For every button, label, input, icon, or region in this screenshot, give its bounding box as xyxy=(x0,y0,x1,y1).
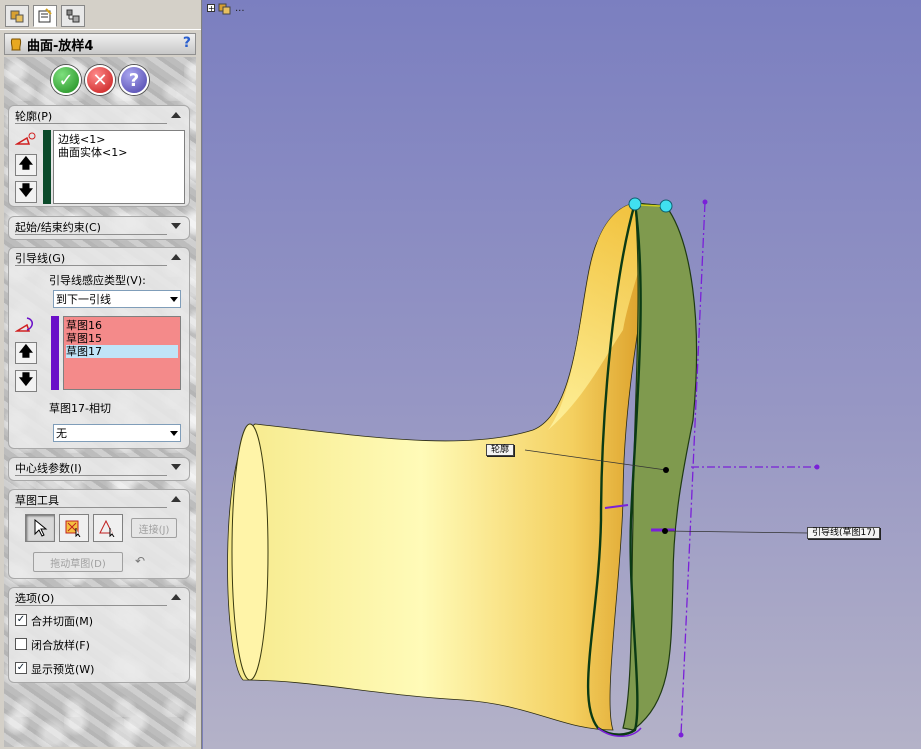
guide-endpoint[interactable] xyxy=(814,464,820,470)
tab-configuration-manager[interactable] xyxy=(61,5,85,27)
feature-tree-icon xyxy=(10,10,24,23)
collapse-up-icon[interactable] xyxy=(171,112,181,118)
help-question-icon[interactable]: ? xyxy=(183,35,191,51)
callout-point xyxy=(662,528,668,534)
guide-endpoint[interactable] xyxy=(678,732,684,738)
panel-tabs xyxy=(0,0,201,30)
connect-button[interactable]: 连接(J) xyxy=(131,518,177,538)
collapse-up-icon[interactable] xyxy=(171,594,181,600)
profiles-list[interactable]: 边线<1> 曲面实体<1> xyxy=(53,130,185,204)
guide-endpoint[interactable] xyxy=(702,199,708,205)
sketch-tools-group: 草图工具 连接(J) 拖动草图(D) ↶ xyxy=(8,489,190,579)
connector-line xyxy=(640,204,661,207)
feature-title-bar: 曲面-放样4 ? xyxy=(4,33,196,55)
guides-group: 引导线(G) 引导线感应类型(V): 到下一引线 🡅 🡇 草图16 草图15 草… xyxy=(8,247,190,449)
arrow-down-icon: 🡇 xyxy=(18,372,34,388)
confirm-bar: ✓ ✕ ? xyxy=(4,65,196,99)
expand-down-icon[interactable] xyxy=(171,464,181,470)
centerline-header-label: 中心线参数(I) xyxy=(15,462,82,475)
property-manager-icon xyxy=(38,8,52,23)
show-preview-label: 显示预览(W) xyxy=(31,663,95,676)
undo-icon[interactable]: ↶ xyxy=(135,554,145,568)
list-item-selected[interactable]: 草图17 xyxy=(66,345,178,358)
influence-type-select[interactable]: 到下一引线 xyxy=(53,290,181,308)
show-preview-checkbox[interactable]: ✓ xyxy=(15,662,27,674)
panel-body: ✓ ✕ ? 轮廓(P) 🡅 🡇 边线<1> 曲面实体<1> 起始/结束约束(C) xyxy=(4,57,196,747)
loft-surface-icon xyxy=(10,38,22,51)
list-item[interactable]: 草图16 xyxy=(66,319,178,332)
guides-header-label: 引导线(G) xyxy=(15,252,66,265)
centerline-group: 中心线参数(I) xyxy=(8,457,190,481)
constraints-header-label: 起始/结束约束(C) xyxy=(15,221,101,234)
move-up-button[interactable]: 🡅 xyxy=(15,154,37,176)
merge-tangent-checkbox[interactable]: ✓ xyxy=(15,614,27,626)
tangency-value: 无 xyxy=(56,427,67,440)
help-button[interactable]: ? xyxy=(119,65,149,95)
sketch-select-button[interactable] xyxy=(59,514,89,542)
profile-icon xyxy=(15,132,36,145)
cancel-button[interactable]: ✕ xyxy=(85,65,115,95)
property-manager-panel: 曲面-放样4 ? ✓ ✕ ? 轮廓(P) 🡅 🡇 边线<1> 曲面实体<1> 起… xyxy=(0,0,202,749)
profile-callout[interactable]: 轮廓 xyxy=(486,444,515,456)
tangency-select[interactable]: 无 xyxy=(53,424,181,442)
callout-leader xyxy=(664,530,809,534)
guide-color-bar xyxy=(51,316,59,390)
constraints-group: 起始/结束约束(C) xyxy=(8,216,190,240)
move-down-button[interactable]: 🡇 xyxy=(15,370,37,392)
centerline-header[interactable]: 中心线参数(I) xyxy=(9,458,189,478)
guide-callout[interactable]: 引导线(草图17) xyxy=(807,527,881,539)
options-group: 选项(O) ✓ 合并切面(M) 闭合放样(F) ✓ 显示预览(W) xyxy=(8,587,190,683)
arrow-up-icon: 🡅 xyxy=(18,156,34,172)
tab-property-manager[interactable] xyxy=(33,5,57,27)
profiles-header[interactable]: 轮廓(P) xyxy=(9,106,189,126)
options-header-label: 选项(O) xyxy=(15,592,55,605)
tab-feature-manager[interactable] xyxy=(5,5,29,27)
dropdown-arrow-icon xyxy=(170,297,178,302)
sketch-tools-header[interactable]: 草图工具 xyxy=(9,490,189,510)
model-view xyxy=(227,197,820,738)
select-tool-button[interactable] xyxy=(25,514,55,542)
list-item[interactable]: 边线<1> xyxy=(58,133,180,146)
collapse-up-icon[interactable] xyxy=(171,496,181,502)
drag-sketch-button[interactable]: 拖动草图(D) xyxy=(33,552,123,572)
list-item[interactable]: 曲面实体<1> xyxy=(58,146,180,159)
close-loft-checkbox[interactable] xyxy=(15,638,27,650)
collapse-up-icon[interactable] xyxy=(171,254,181,260)
connector-handle[interactable] xyxy=(659,199,673,213)
merge-tangent-label: 合并切面(M) xyxy=(31,615,94,628)
ok-button[interactable]: ✓ xyxy=(51,65,81,95)
influence-type-label: 引导线感应类型(V): xyxy=(49,274,146,287)
close-loft-label: 闭合放样(F) xyxy=(31,639,90,652)
move-down-button[interactable]: 🡇 xyxy=(15,181,37,203)
tangency-label: 草图17-相切 xyxy=(49,402,111,415)
arrow-down-icon: 🡇 xyxy=(18,183,34,199)
graphics-area[interactable]: + ... 轮廓 引导线(草图17) xyxy=(203,0,921,749)
list-item[interactable]: 草图15 xyxy=(66,332,178,345)
open-end-edge[interactable] xyxy=(231,423,269,681)
profiles-header-label: 轮廓(P) xyxy=(15,110,53,123)
expand-down-icon[interactable] xyxy=(171,223,181,229)
arrow-up-icon: 🡅 xyxy=(18,344,34,360)
guide-curve-icon xyxy=(15,317,33,332)
influence-type-value: 到下一引线 xyxy=(56,293,111,306)
sketch-tools-header-label: 草图工具 xyxy=(15,494,59,507)
sketch-select-icon xyxy=(65,520,81,537)
move-up-button[interactable]: 🡅 xyxy=(15,342,37,364)
pointer-icon xyxy=(34,519,48,537)
options-header[interactable]: 选项(O) xyxy=(9,588,189,608)
configuration-icon xyxy=(66,9,80,23)
profiles-group: 轮廓(P) 🡅 🡇 边线<1> 曲面实体<1> xyxy=(8,105,190,207)
sketch-drag-button[interactable] xyxy=(93,514,123,542)
guides-header[interactable]: 引导线(G) xyxy=(9,248,189,268)
sketch-drag-icon xyxy=(99,519,115,537)
feature-title: 曲面-放样4 xyxy=(27,38,94,54)
constraints-header[interactable]: 起始/结束约束(C) xyxy=(9,217,189,237)
guides-list[interactable]: 草图16 草图15 草图17 xyxy=(63,316,181,390)
callout-point xyxy=(663,467,669,473)
profile-color-bar xyxy=(43,130,51,204)
connector-handle[interactable] xyxy=(628,197,642,211)
dropdown-arrow-icon xyxy=(170,431,178,436)
